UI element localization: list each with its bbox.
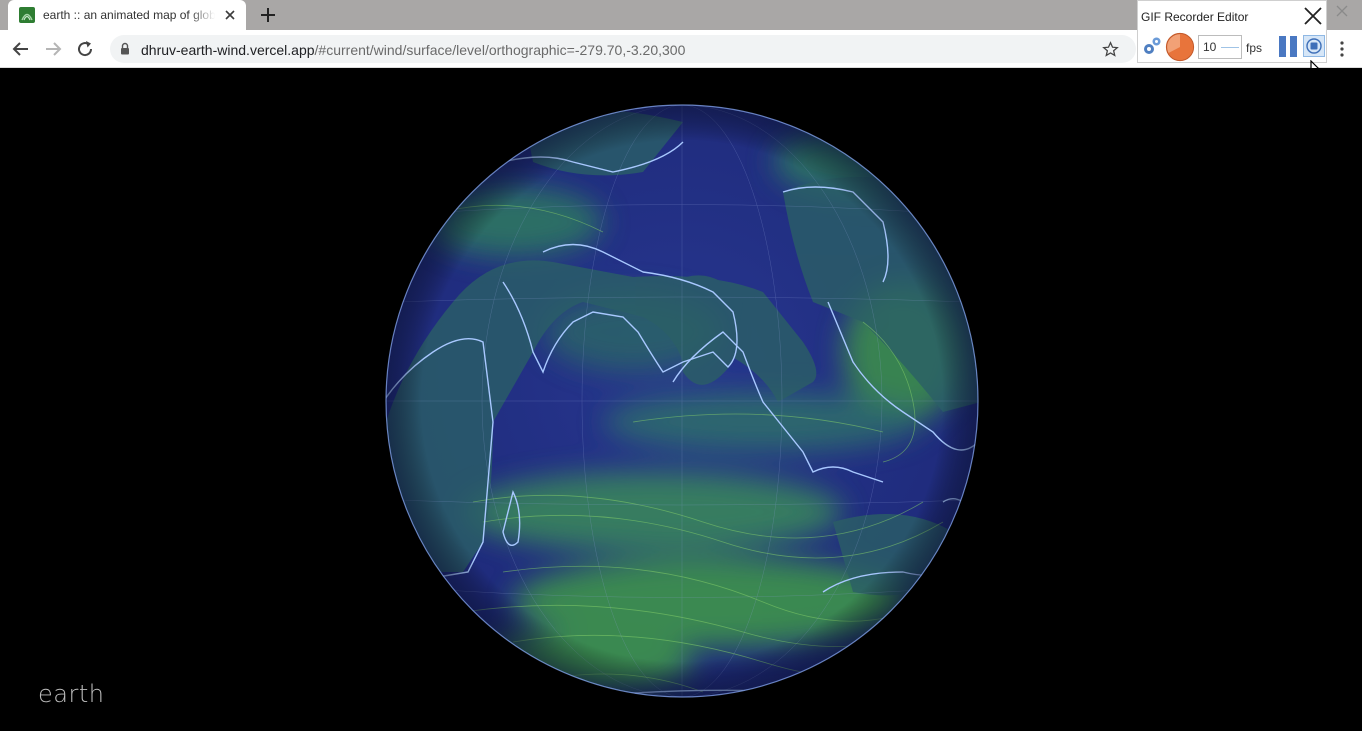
fps-label: fps bbox=[1246, 41, 1263, 55]
earth-viewport[interactable]: earth bbox=[0, 68, 1362, 731]
url-text: dhruv-earth-wind.vercel.app/#current/win… bbox=[141, 42, 685, 58]
gif-recorder-panel: GIF Recorder Editor 10 fps bbox=[1137, 0, 1327, 63]
stop-button[interactable] bbox=[1303, 35, 1325, 57]
fps-value: 10 bbox=[1203, 40, 1217, 54]
reload-icon[interactable] bbox=[75, 39, 95, 59]
earth-brand-label[interactable]: earth bbox=[38, 680, 104, 708]
stop-icon bbox=[1306, 38, 1322, 54]
settings-gear-icon[interactable] bbox=[1141, 35, 1163, 57]
recording-timer-icon[interactable] bbox=[1165, 32, 1195, 62]
window-close-icon[interactable] bbox=[1335, 4, 1349, 18]
earth-favicon-icon bbox=[19, 7, 35, 23]
gif-recorder-title: GIF Recorder Editor bbox=[1141, 10, 1249, 24]
close-tab-icon[interactable] bbox=[222, 7, 238, 23]
kebab-menu-icon[interactable] bbox=[1334, 40, 1350, 58]
gif-recorder-close-icon[interactable] bbox=[1303, 6, 1323, 26]
url-host: dhruv-earth-wind.vercel.app bbox=[141, 42, 315, 58]
fps-input[interactable]: 10 bbox=[1198, 35, 1242, 59]
wind-globe[interactable] bbox=[383, 102, 981, 700]
pause-icon[interactable] bbox=[1278, 36, 1298, 57]
lock-icon bbox=[121, 42, 129, 55]
tab-title: earth :: an animated map of global wind … bbox=[43, 8, 215, 22]
bookmark-star-icon[interactable] bbox=[1102, 41, 1119, 58]
url-path: /#current/wind/surface/level/orthographi… bbox=[314, 42, 686, 58]
forward-arrow-icon[interactable] bbox=[43, 39, 63, 59]
new-tab-plus-icon[interactable] bbox=[258, 5, 278, 25]
back-arrow-icon[interactable] bbox=[11, 39, 31, 59]
address-bar[interactable]: dhruv-earth-wind.vercel.app/#current/win… bbox=[110, 35, 1136, 63]
browser-tab-earth[interactable]: earth :: an animated map of global wind … bbox=[8, 0, 246, 30]
fps-input-underline bbox=[1221, 47, 1239, 48]
